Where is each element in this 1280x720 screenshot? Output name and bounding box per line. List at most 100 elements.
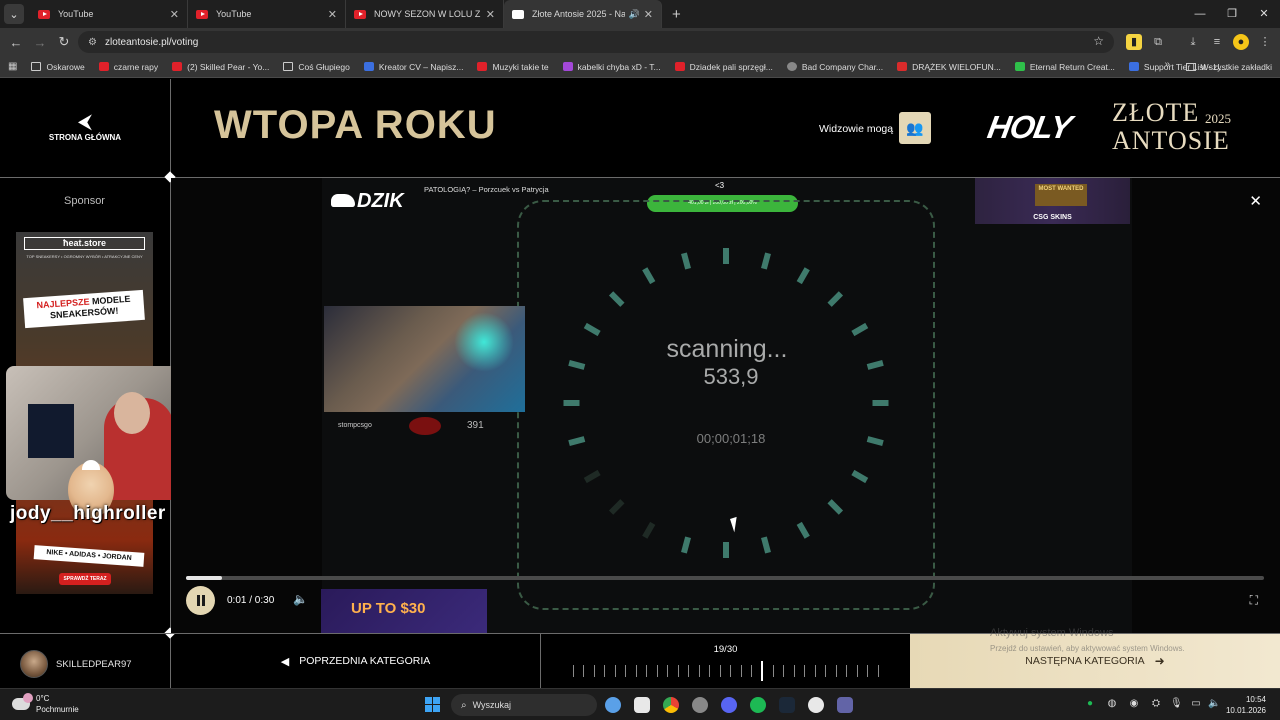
bookmark-folder[interactable]: Oskarowe — [31, 61, 85, 72]
bookmark-star-icon[interactable]: ☆ — [1093, 34, 1104, 48]
bookmark[interactable]: Kreator CV – Napisz... — [363, 62, 463, 72]
search-placeholder: Wyszukaj — [472, 700, 512, 710]
category-tick — [761, 661, 764, 681]
fullscreen-icon[interactable]: ⛶ — [1250, 593, 1258, 608]
teams-icon[interactable] — [837, 697, 853, 713]
tab-title: Złote Antosie 2025 - Najwię — [532, 9, 625, 19]
window-close-icon[interactable]: ✕ — [1248, 0, 1280, 28]
display-icon[interactable]: ▭ — [1190, 698, 1202, 710]
category-tick — [583, 665, 585, 677]
new-tab-button[interactable]: + — [672, 6, 681, 23]
spotify-icon[interactable] — [750, 697, 766, 713]
steam-icon[interactable] — [779, 697, 795, 713]
category-tick — [677, 665, 679, 677]
chat-name: stompcsgo — [338, 422, 372, 429]
logo-year: 2025 — [1205, 111, 1231, 126]
windows-start-icon[interactable] — [425, 697, 440, 712]
extensions-puzzle-icon[interactable]: ⧉ — [1150, 34, 1166, 50]
previous-category-label: POPRZEDNIA KATEGORIA — [299, 655, 431, 667]
viewers-group-button[interactable]: 👥 — [899, 112, 931, 144]
cloud-icon — [12, 693, 33, 710]
previous-category-button[interactable]: ◀ POPRZEDNIA KATEGORIA — [171, 634, 540, 688]
all-bookmarks[interactable]: Wszystkie zakładki — [1185, 56, 1272, 78]
apps-grid-icon[interactable]: ▦ — [8, 61, 17, 72]
bookmark[interactable]: DRĄŻEK WIELOFUN... — [897, 62, 1001, 72]
dial-dash — [827, 291, 844, 307]
tab-close-icon[interactable]: ✕ — [170, 8, 179, 21]
arrow-left-icon: ◀ — [280, 655, 290, 668]
bookmark[interactable]: Bad Company Char... — [786, 62, 883, 72]
video-player[interactable]: DZIK PATOLOGIĄ? – Porzcuek vs Patrycja <… — [171, 178, 1280, 633]
dial-dash — [568, 359, 586, 370]
discord-icon[interactable] — [721, 697, 737, 713]
dial-dash — [796, 521, 810, 539]
tab-close-icon[interactable]: ✕ — [328, 8, 337, 21]
category-tick — [656, 665, 658, 677]
speaker-icon[interactable]: 🔊 — [629, 9, 640, 20]
home-button[interactable]: ⮜ STRONA GŁÓWNA — [40, 112, 130, 142]
url-field[interactable]: ⚙ zloteantosie.pl/voting ☆ — [78, 31, 1114, 53]
volume-icon[interactable]: 🔈 — [293, 592, 308, 606]
media-app-icon[interactable] — [634, 697, 650, 713]
download-icon[interactable]: ⤓ — [1185, 34, 1201, 50]
site-info-icon[interactable]: ⚙ — [88, 37, 97, 48]
extension-icon[interactable]: ▮ — [1126, 34, 1142, 50]
youtube-icon — [196, 9, 208, 19]
tab-search-button[interactable]: ⌄ — [4, 4, 24, 24]
copilot-icon[interactable] — [605, 697, 621, 713]
browser-tab[interactable]: NOWY SEZON W LOLU Z TOBA ✕ — [346, 0, 504, 28]
weather-widget[interactable]: 0°C Pochmurnie — [12, 693, 79, 715]
spotify-tray-icon[interactable]: ● — [1084, 698, 1096, 710]
category-ticks — [573, 661, 879, 681]
close-icon[interactable]: ✕ — [1249, 192, 1262, 210]
bookmark[interactable]: czarne rapy — [98, 62, 158, 72]
bookmark-label: DRĄŻEK WIELOFUN... — [912, 61, 1001, 72]
microphone-icon[interactable]: 🎙 — [1170, 698, 1183, 710]
bookmark[interactable]: (2) Skilled Pear - Yo... — [172, 62, 269, 72]
user-profile[interactable]: SKILLEDPEAR97 — [20, 650, 132, 678]
tab-close-icon[interactable]: ✕ — [486, 8, 495, 21]
media-controls-icon[interactable]: ≡ — [1209, 34, 1225, 50]
taskbar-clock[interactable]: 10:54 10.01.2026 — [1226, 694, 1266, 716]
bookmark[interactable]: kabelki chyba xD - T... — [562, 62, 661, 72]
app-icon[interactable] — [808, 697, 824, 713]
more-menu-icon[interactable]: ⋮ — [1257, 34, 1273, 50]
bookmark-folder[interactable]: Coś Głupiego — [283, 62, 350, 72]
url-text: zloteantosie.pl/voting — [104, 36, 199, 48]
browser-tab-active[interactable]: Złote Antosie 2025 - Najwię 🔊 ✕ — [504, 0, 662, 28]
browser-tab[interactable]: YouTube ✕ — [188, 0, 346, 28]
browser-tab[interactable]: YouTube ✕ — [30, 0, 188, 28]
boar-icon — [331, 194, 355, 207]
ad-cta-button[interactable]: SPRAWDŹ TERAZ — [59, 573, 111, 585]
bookmark-label: Oskarowe — [46, 61, 85, 72]
dial-dash — [796, 267, 810, 285]
tab-title: YouTube — [216, 9, 252, 19]
minimize-icon[interactable]: — — [1184, 0, 1216, 28]
weather-condition: Pochmurnie — [36, 705, 79, 714]
bookmark[interactable]: Eternal Return Creat... — [1014, 62, 1115, 72]
volume-icon[interactable]: 🔈 — [1208, 698, 1220, 710]
obs-icon[interactable] — [692, 697, 708, 713]
dial-dash — [608, 499, 625, 515]
tab-close-icon[interactable]: ✕ — [644, 8, 653, 21]
bookmark[interactable]: Muzyki takie te — [477, 62, 549, 72]
pause-button[interactable] — [186, 586, 215, 615]
reload-icon[interactable]: ↻ — [52, 34, 76, 50]
network-tray-icon[interactable]: ⛭ — [1150, 698, 1162, 710]
taskbar-search[interactable]: ⌕ Wyszukaj — [451, 694, 597, 716]
bookmarks-overflow-icon[interactable]: » — [1164, 59, 1170, 70]
restore-icon[interactable]: ❐ — [1216, 0, 1248, 28]
category-title: WTOPA ROKU — [214, 103, 497, 147]
seek-bar[interactable] — [186, 576, 1264, 580]
tray-icon[interactable]: ◍ — [1106, 698, 1118, 710]
bookmark[interactable]: Dziadek pali sprzęgł... — [674, 62, 773, 72]
clip-title: PATOLOGIĄ? – Porzcuek vs Patrycja — [424, 185, 549, 194]
youtube-icon — [477, 62, 488, 71]
profile-avatar-icon[interactable]: ● — [1233, 34, 1249, 50]
next-category-label: NASTĘPNA KATEGORIA — [1025, 655, 1145, 667]
chrome-icon[interactable] — [663, 697, 679, 713]
category-tick — [825, 665, 827, 677]
steam-tray-icon[interactable]: ◉ — [1128, 698, 1140, 710]
back-icon[interactable]: ← — [4, 35, 28, 50]
forward-icon[interactable]: → — [28, 35, 52, 50]
